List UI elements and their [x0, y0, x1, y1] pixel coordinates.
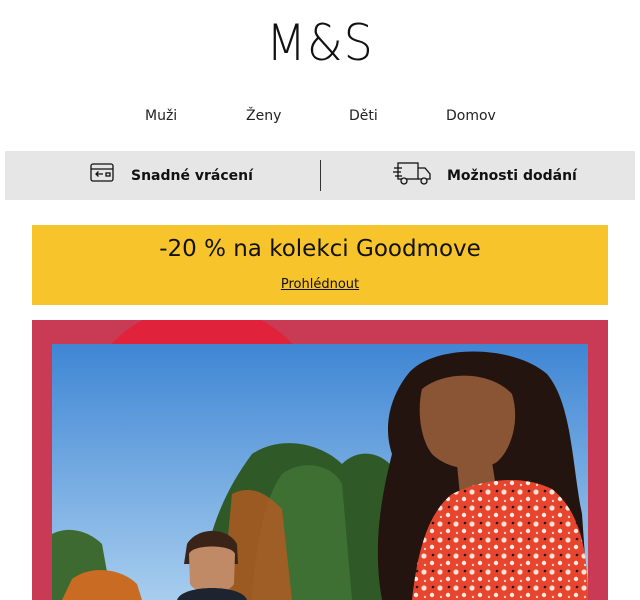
hero-photo — [52, 344, 588, 600]
promo-title: -20 % na kolekci Goodmove — [159, 236, 481, 262]
delivery-options-link[interactable]: Možnosti dodání — [393, 151, 577, 200]
delivery-options-label: Možnosti dodání — [447, 167, 577, 184]
promo-banner[interactable]: -20 % na kolekci Goodmove Prohlédnout — [32, 225, 608, 305]
main-nav: Muži Ženy Děti Domov — [0, 108, 640, 128]
hero-banner[interactable] — [32, 320, 608, 600]
easy-returns-label: Snadné vrácení — [131, 167, 253, 184]
nav-item-men[interactable]: Muži — [145, 108, 177, 124]
service-bar: Snadné vrácení Možnosti dodání — [5, 151, 635, 200]
nav-item-kids[interactable]: Děti — [349, 108, 378, 124]
delivery-truck-icon — [393, 160, 433, 192]
return-card-icon — [89, 162, 117, 190]
nav-item-women[interactable]: Ženy — [246, 108, 281, 124]
service-divider — [320, 160, 321, 191]
promo-browse-link[interactable]: Prohlédnout — [32, 277, 608, 292]
brand-logo[interactable]: M&S — [26, 14, 615, 72]
nav-item-home[interactable]: Domov — [446, 108, 496, 124]
easy-returns-link[interactable]: Snadné vrácení — [89, 151, 253, 200]
